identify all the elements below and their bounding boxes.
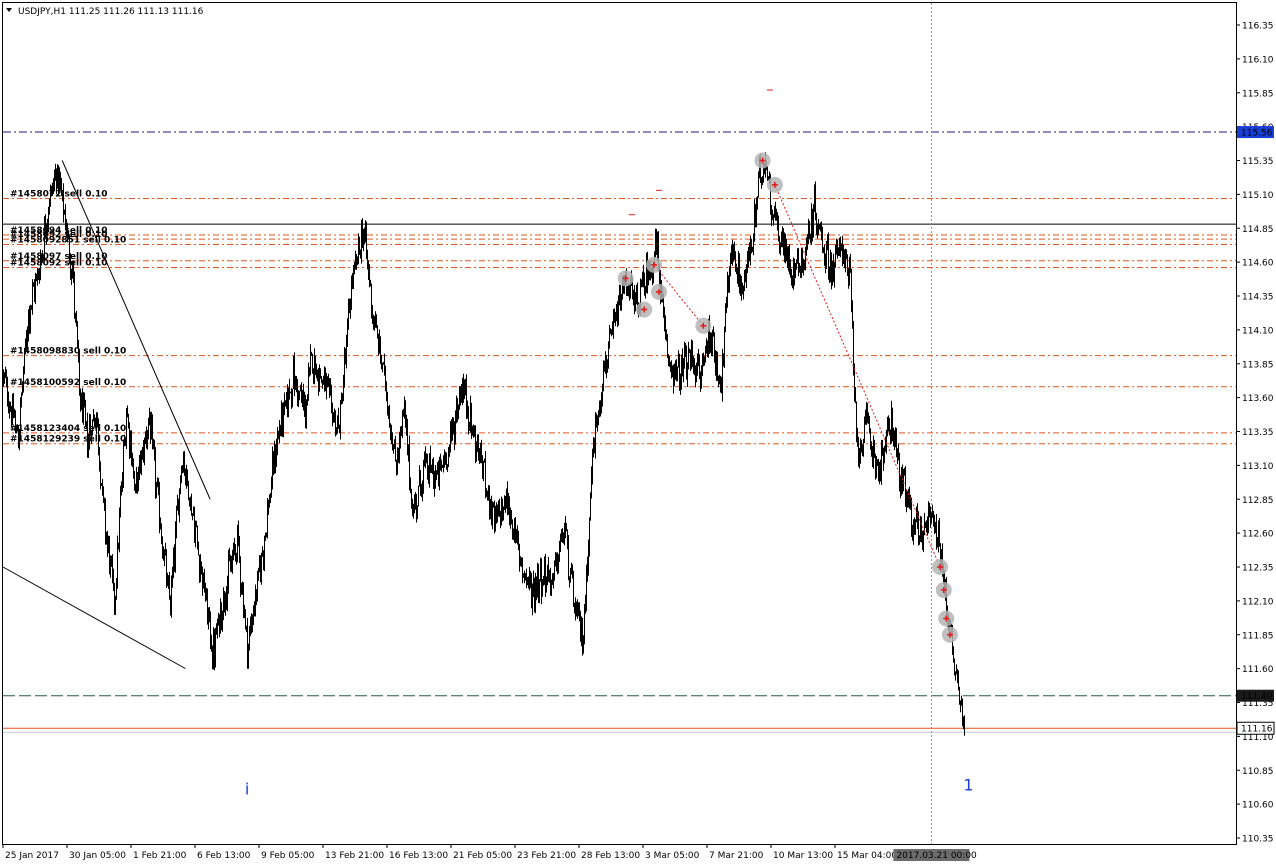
y-tick-label: 116.35 xyxy=(1242,22,1274,32)
cursor-time-label: 2017.03.21 00:00 xyxy=(896,851,977,861)
x-tick-label: 6 Feb 13:00 xyxy=(197,851,251,861)
order-label[interactable]: #1458098830 sell 0.10 xyxy=(10,347,126,357)
wave-label: i xyxy=(245,780,249,799)
y-tick-label: 115.35 xyxy=(1242,157,1274,167)
y-tick-label: 111.85 xyxy=(1242,631,1274,641)
plot-area xyxy=(2,2,1237,845)
y-tick-label: 113.35 xyxy=(1242,428,1274,438)
y-tick-label: 110.60 xyxy=(1242,801,1274,811)
x-tick-label: 7 Mar 21:00 xyxy=(709,851,764,861)
x-tick-label: 28 Feb 13:00 xyxy=(581,851,640,861)
order-label[interactable]: #1458092 sell 0.10 xyxy=(10,259,107,269)
x-tick-label: 21 Feb 05:00 xyxy=(453,851,512,861)
y-tick-label: 113.85 xyxy=(1242,360,1274,370)
x-tick-label: 13 Feb 21:00 xyxy=(325,851,384,861)
y-tick-label: 115.10 xyxy=(1242,191,1274,201)
wave-label: 1 xyxy=(963,776,973,795)
x-tick-label: 16 Feb 13:00 xyxy=(389,851,448,861)
order-label[interactable]: #1458129239 sell 0.10 xyxy=(10,435,126,445)
y-tick-label: 112.60 xyxy=(1242,530,1274,540)
y-tick-label: 112.10 xyxy=(1242,597,1274,607)
y-tick-label: 114.35 xyxy=(1242,293,1274,303)
y-tick-label: 110.35 xyxy=(1242,835,1274,845)
y-tick-label: 115.85 xyxy=(1242,89,1274,99)
x-tick-label: 30 Jan 05:00 xyxy=(69,851,126,861)
x-tick-label: 25 Jan 2017 xyxy=(5,851,59,861)
y-tick-label: 114.10 xyxy=(1242,326,1274,336)
y-tick-label: 113.60 xyxy=(1242,394,1274,404)
support-price-tag: 111.40 xyxy=(1241,692,1273,702)
x-tick-label: 1 Feb 21:00 xyxy=(133,851,187,861)
y-tick-label: 113.10 xyxy=(1242,462,1274,472)
y-tick-label: 111.60 xyxy=(1242,665,1274,675)
order-label[interactable]: #1458072 sell 0.10 xyxy=(10,189,107,199)
x-tick-label: 10 Mar 13:00 xyxy=(773,851,833,861)
order-label[interactable]: #1458123404 sell 0.10 xyxy=(10,424,126,434)
bid-price-tag: 111.16 xyxy=(1241,725,1273,735)
order-label[interactable]: #1458092851 sell 0.10 xyxy=(10,236,126,246)
y-tick-label: 114.60 xyxy=(1242,259,1274,269)
x-tick-label: 9 Feb 05:00 xyxy=(261,851,315,861)
y-tick-label: 110.85 xyxy=(1242,767,1274,777)
y-tick-label: 116.10 xyxy=(1242,55,1274,65)
resistance-price-tag: 115.56 xyxy=(1241,129,1273,139)
x-tick-label: 23 Feb 21:00 xyxy=(517,851,576,861)
x-tick-label: 3 Mar 05:00 xyxy=(645,851,700,861)
order-label[interactable]: #1458100592 sell 0.10 xyxy=(10,378,126,388)
y-tick-label: 112.35 xyxy=(1242,564,1274,574)
chart-title: USDJPY,H1 111.25 111.26 111.13 111.16 xyxy=(18,7,204,17)
y-tick-label: 114.85 xyxy=(1242,225,1274,235)
y-tick-label: 112.85 xyxy=(1242,496,1274,506)
price-chart[interactable]: #1458072 sell 0.10#1458094 sell 0.10#145… xyxy=(0,0,1276,866)
chart-title-bar: USDJPY,H1 111.25 111.26 111.13 111.16 xyxy=(6,7,204,17)
x-tick-label: 15 Mar 04:00 xyxy=(837,851,897,861)
